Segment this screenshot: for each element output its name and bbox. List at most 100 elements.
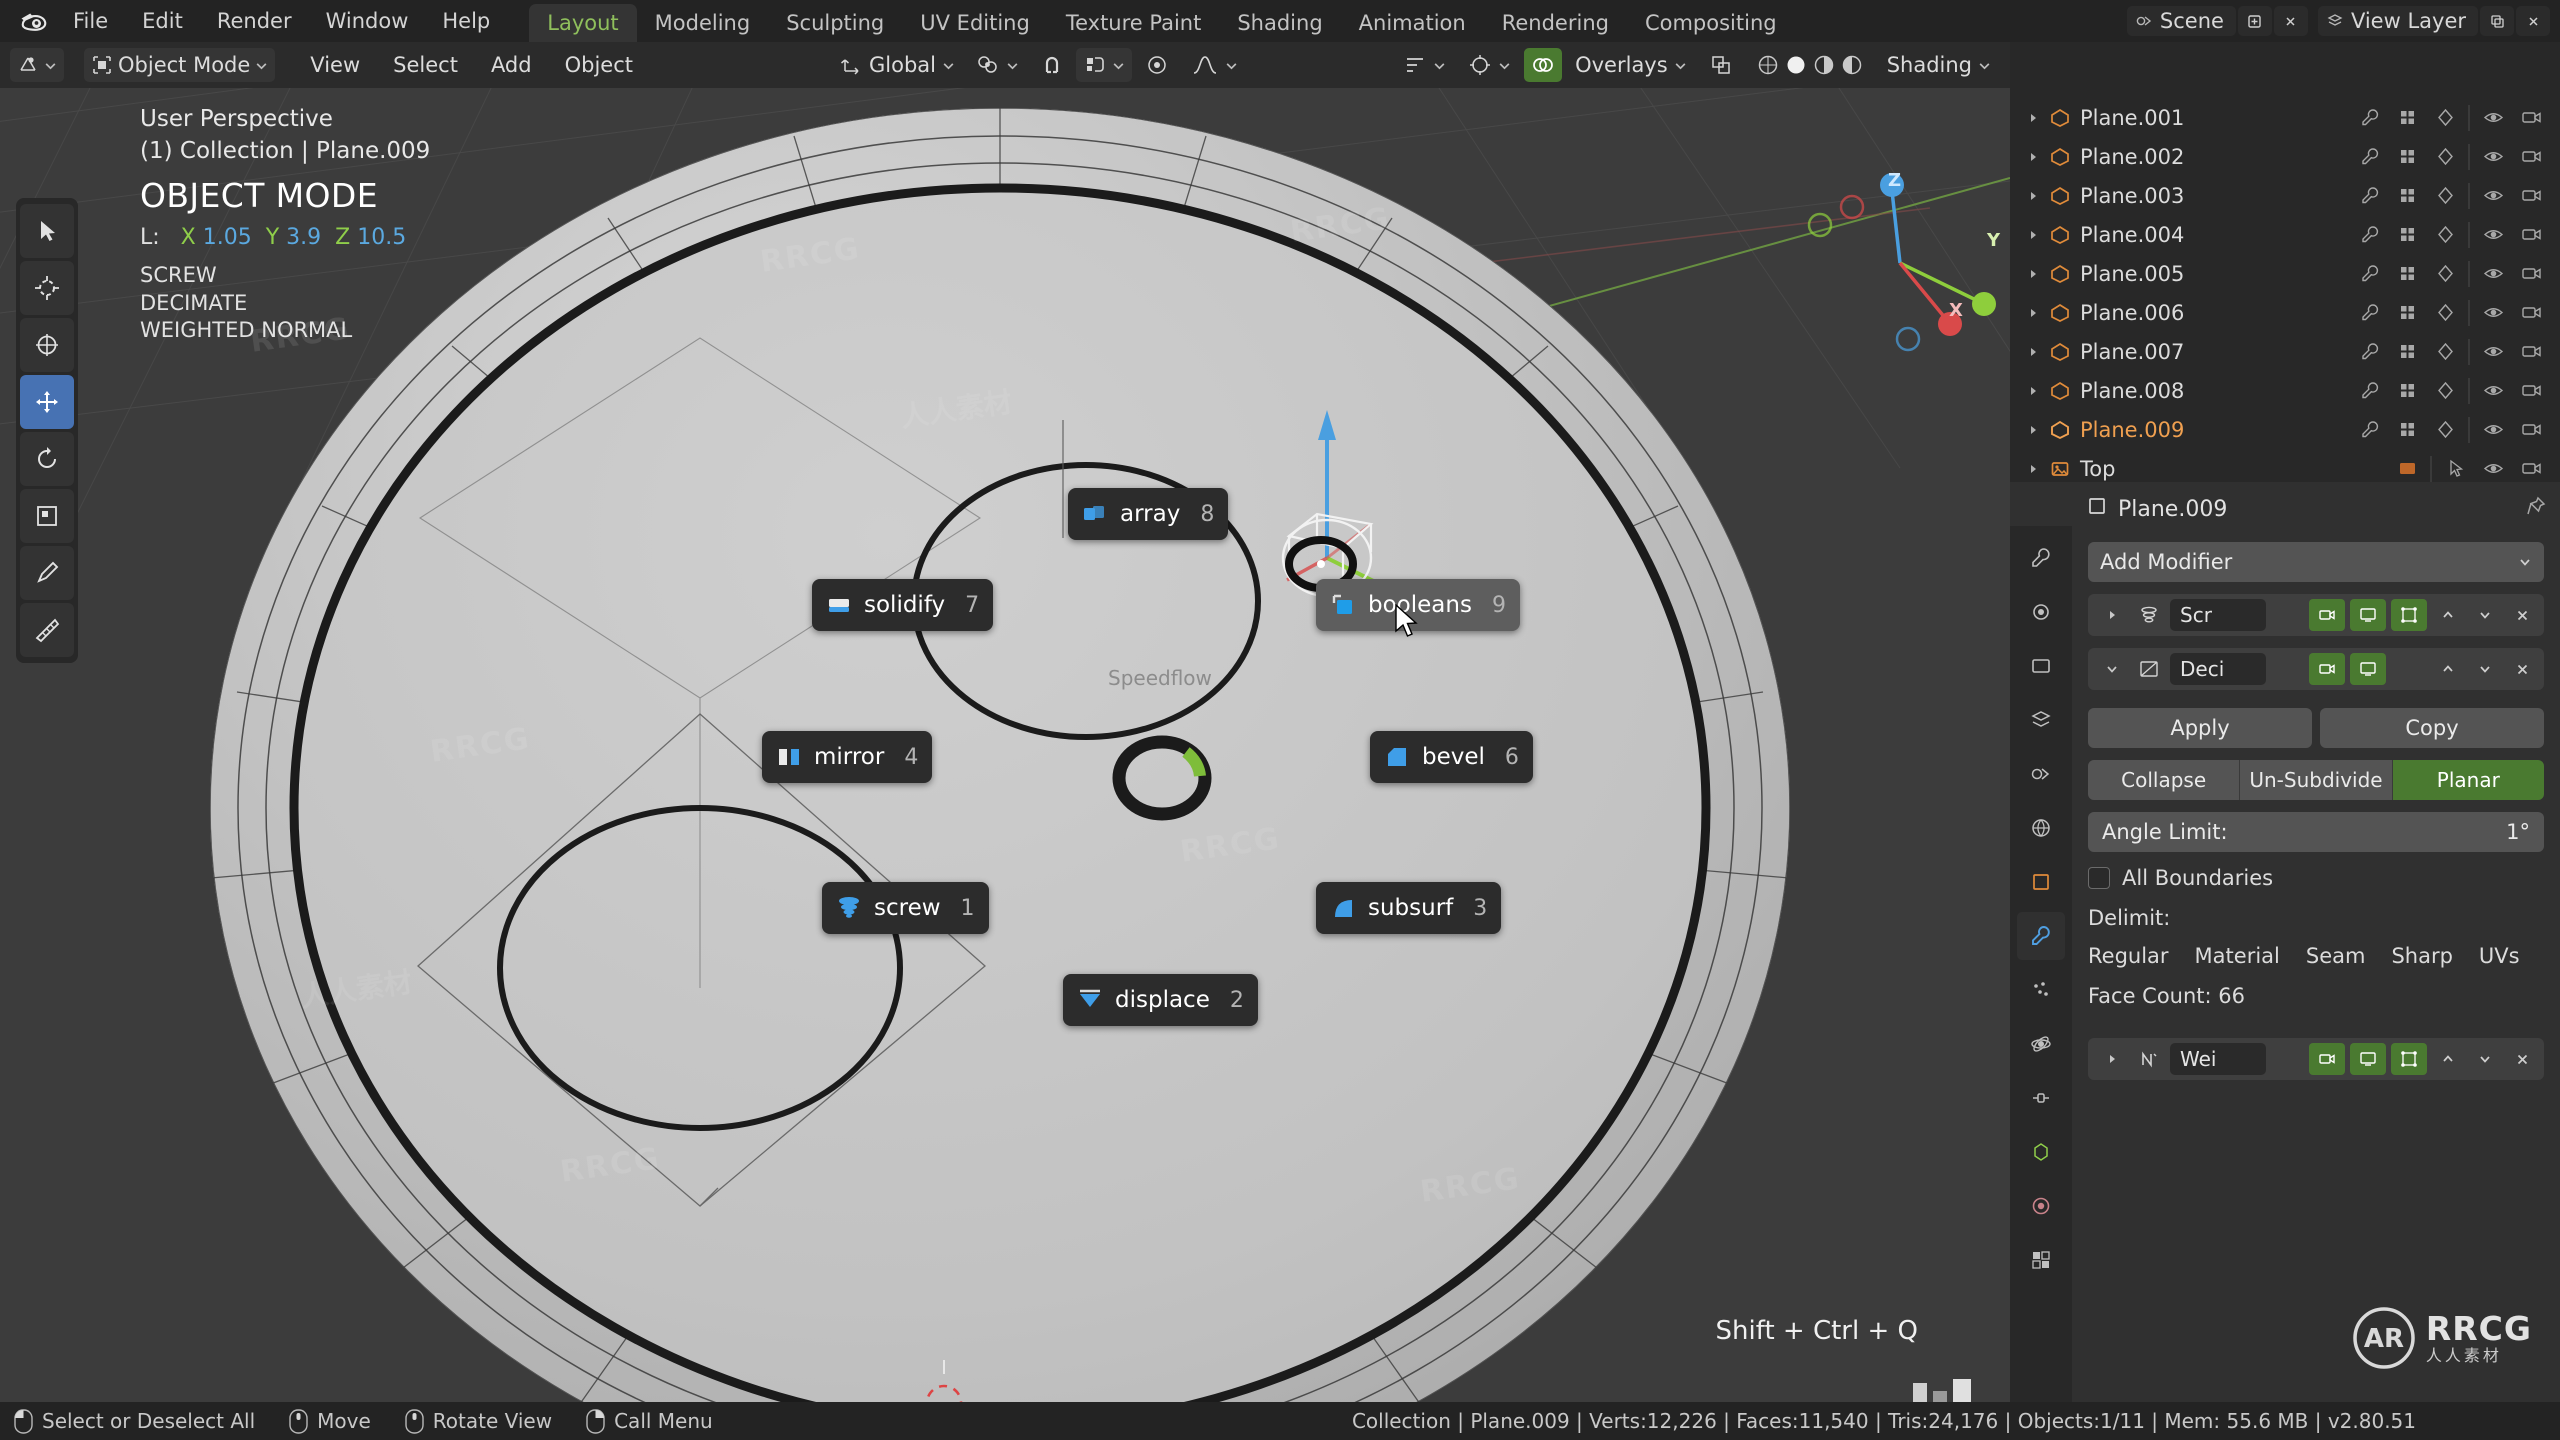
viewport-menu-add[interactable]: Add <box>476 48 547 82</box>
editor-type-3dview-icon[interactable] <box>10 48 64 82</box>
delimit-option-regular[interactable]: Regular <box>2088 944 2169 968</box>
view-object-types-selector[interactable] <box>1394 48 1455 82</box>
mesh-data-icon[interactable] <box>2388 372 2426 410</box>
add-modifier-button[interactable]: Add Modifier <box>2088 542 2544 582</box>
delimit-option-sharp[interactable]: Sharp <box>2391 944 2452 968</box>
tab-shading[interactable]: Shading <box>1219 4 1340 42</box>
move-tool[interactable] <box>20 375 74 429</box>
render-camera-icon[interactable] <box>2512 138 2550 176</box>
move-down-icon[interactable] <box>2469 653 2501 685</box>
render-camera-icon[interactable] <box>2512 411 2550 449</box>
outliner-row-plane-005[interactable]: Plane.005 <box>2010 254 2560 293</box>
close-icon[interactable] <box>2506 599 2538 631</box>
scene-selector[interactable]: Scene <box>2126 6 2236 36</box>
visibility-eye-icon[interactable] <box>2474 372 2512 410</box>
outliner-row-plane-008[interactable]: Plane.008 <box>2010 371 2560 410</box>
tab-modeling[interactable]: Modeling <box>637 4 769 42</box>
xray-toggle[interactable] <box>1700 48 1742 82</box>
tool-tab[interactable] <box>2017 534 2065 582</box>
delimit-option-material[interactable]: Material <box>2195 944 2280 968</box>
pin-icon[interactable] <box>2526 496 2546 522</box>
world-tab[interactable] <box>2017 804 2065 852</box>
material-icon[interactable] <box>2426 255 2464 293</box>
properties-editor[interactable]: Plane.009 Add Modifier Scr Deci Apply Co… <box>2010 482 2560 1418</box>
pie-button-subsurf[interactable]: subsurf 3 <box>1316 882 1502 934</box>
viewport-menu-view[interactable]: View <box>295 48 375 82</box>
outliner-row-plane-002[interactable]: Plane.002 <box>2010 137 2560 176</box>
outliner[interactable]: Plane.001 Plane.002 Plane.003 Plane.004 … <box>2010 42 2560 482</box>
texture-tab[interactable] <box>2017 1236 2065 1284</box>
cursor-tool[interactable] <box>20 261 74 315</box>
tab-uv-editing[interactable]: UV Editing <box>902 4 1048 42</box>
material-icon[interactable] <box>2426 177 2464 215</box>
outliner-row-plane-009[interactable]: Plane.009 <box>2010 410 2560 449</box>
render-tab[interactable] <box>2017 588 2065 636</box>
outliner-row-plane-006[interactable]: Plane.006 <box>2010 293 2560 332</box>
mesh-data-icon[interactable] <box>2388 216 2426 254</box>
menu-file[interactable]: File <box>56 0 125 42</box>
move-up-icon[interactable] <box>2432 1043 2464 1075</box>
material-icon[interactable] <box>2426 294 2464 332</box>
transform-orientation-selector[interactable]: Global <box>830 48 964 82</box>
realtime-toggle-screw[interactable] <box>2350 599 2386 631</box>
copy-button[interactable]: Copy <box>2320 708 2544 748</box>
pie-button-screw[interactable]: screw 1 <box>822 882 989 934</box>
gizmo-toggle[interactable] <box>1459 48 1520 82</box>
material-icon[interactable] <box>2426 99 2464 137</box>
render-camera-icon[interactable] <box>2512 294 2550 332</box>
modifier-header-decimate[interactable]: Deci <box>2088 648 2544 690</box>
render-camera-icon[interactable] <box>2512 177 2550 215</box>
all-boundaries-checkbox[interactable] <box>2088 867 2110 889</box>
proportional-editing-toggle[interactable] <box>1076 48 1133 82</box>
measure-tool[interactable] <box>20 603 74 657</box>
mesh-data-icon[interactable] <box>2388 255 2426 293</box>
tab-animation[interactable]: Animation <box>1341 4 1484 42</box>
output-tab[interactable] <box>2017 642 2065 690</box>
blender-logo-icon[interactable] <box>12 0 56 42</box>
material-icon[interactable] <box>2426 138 2464 176</box>
pie-button-array[interactable]: array 8 <box>1068 488 1229 540</box>
material-icon[interactable] <box>2426 372 2464 410</box>
disclosure-triangle-icon[interactable] <box>2020 307 2046 319</box>
disclosure-triangle-icon[interactable] <box>2020 190 2046 202</box>
realtime-toggle-decimate[interactable] <box>2350 653 2386 685</box>
decimate-mode-unsubdivide[interactable]: Un-Subdivide <box>2240 760 2393 800</box>
modifier-name-field-decimate[interactable]: Deci <box>2170 653 2266 685</box>
apply-button[interactable]: Apply <box>2088 708 2312 748</box>
mesh-data-icon[interactable] <box>2388 177 2426 215</box>
view-layer-tab[interactable] <box>2017 696 2065 744</box>
view-layer-selector[interactable]: View Layer <box>2317 6 2478 36</box>
move-up-icon[interactable] <box>2432 599 2464 631</box>
pie-button-mirror[interactable]: mirror 4 <box>762 731 933 783</box>
edit-mode-toggle-weighted-normal[interactable] <box>2391 1043 2427 1075</box>
material-icon[interactable] <box>2426 216 2464 254</box>
overlays-popover[interactable]: Overlays <box>1566 48 1696 82</box>
render-camera-icon[interactable] <box>2512 216 2550 254</box>
move-up-icon[interactable] <box>2432 653 2464 685</box>
modifier-wrench-icon[interactable] <box>2350 255 2388 293</box>
modifier-header-screw[interactable]: Scr <box>2088 594 2544 636</box>
visibility-eye-icon[interactable] <box>2474 294 2512 332</box>
shading-popover[interactable]: Shading <box>1878 48 2000 82</box>
outliner-row-plane-001[interactable]: Plane.001 <box>2010 98 2560 137</box>
new-scene-icon[interactable] <box>2237 6 2272 36</box>
mesh-data-icon[interactable] <box>2388 138 2426 176</box>
modifier-wrench-icon[interactable] <box>2350 177 2388 215</box>
disclosure-triangle-icon[interactable] <box>2020 424 2046 436</box>
render-toggle-weighted-normal[interactable] <box>2309 1043 2345 1075</box>
viewport-menu-select[interactable]: Select <box>378 48 473 82</box>
menu-window[interactable]: Window <box>309 0 426 42</box>
all-boundaries-row[interactable]: All Boundaries <box>2088 866 2544 890</box>
visibility-eye-icon[interactable] <box>2474 411 2512 449</box>
annotate-tool[interactable] <box>20 546 74 600</box>
move-down-icon[interactable] <box>2469 1043 2501 1075</box>
modifier-name-field-weighted-normal[interactable]: Wei <box>2170 1043 2266 1075</box>
data-tab[interactable] <box>2017 1128 2065 1176</box>
mesh-data-icon[interactable] <box>2388 333 2426 371</box>
tab-rendering[interactable]: Rendering <box>1484 4 1627 42</box>
menu-edit[interactable]: Edit <box>125 0 200 42</box>
angle-limit-field[interactable]: Angle Limit: 1° <box>2088 812 2544 852</box>
object-tab[interactable] <box>2017 858 2065 906</box>
modifier-wrench-icon[interactable] <box>2350 294 2388 332</box>
visibility-eye-icon[interactable] <box>2474 333 2512 371</box>
